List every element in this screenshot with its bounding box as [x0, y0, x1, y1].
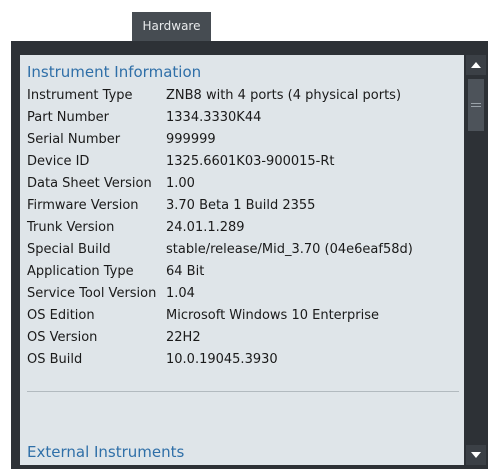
tab-hardware[interactable]: Hardware	[132, 12, 211, 41]
triangle-up-icon	[471, 62, 481, 68]
info-key: Instrument Type	[27, 88, 133, 103]
info-value: 24.01.1.289	[166, 220, 245, 235]
info-key: Trunk Version	[27, 220, 115, 235]
triangle-down-icon	[471, 452, 481, 458]
info-key: OS Version	[27, 330, 98, 345]
info-value: 1.04	[166, 286, 195, 301]
section-title-instrument-information: Instrument Information	[27, 63, 202, 81]
info-key: Device ID	[27, 154, 90, 169]
info-key: OS Edition	[27, 308, 95, 323]
section-title-external-instruments: External Instruments	[27, 443, 185, 461]
info-value: 999999	[166, 132, 216, 147]
info-key: Part Number	[27, 110, 110, 125]
info-value: Microsoft Windows 10 Enterprise	[166, 308, 380, 323]
info-panel: Instrument Information Instrument Type Z…	[20, 55, 464, 465]
info-value: 64 Bit	[166, 264, 205, 279]
info-key: Special Build	[27, 242, 111, 257]
info-key: Data Sheet Version	[27, 176, 152, 191]
info-value: 3.70 Beta 1 Build 2355	[166, 198, 316, 213]
info-key: Serial Number	[27, 132, 121, 147]
grip-lines-icon	[471, 103, 481, 104]
section-divider	[27, 391, 459, 392]
info-value: stable/release/Mid_3.70 (04e6eaf58d)	[166, 242, 413, 257]
info-value: 22H2	[166, 330, 201, 345]
info-value: 1334.3330K44	[166, 110, 262, 125]
scroll-thumb[interactable]	[468, 79, 484, 131]
info-value: ZNB8 with 4 ports (4 physical ports)	[166, 88, 402, 103]
grip-lines-icon	[471, 106, 481, 107]
info-key: Service Tool Version	[27, 286, 157, 301]
scroll-down-button[interactable]	[466, 445, 486, 465]
info-value: 1325.6601K03-900015-Rt	[166, 154, 335, 169]
info-key: Application Type	[27, 264, 134, 279]
info-value: 1.00	[166, 176, 195, 191]
info-key: OS Build	[27, 352, 83, 367]
scroll-up-button[interactable]	[466, 55, 486, 75]
info-key: Firmware Version	[27, 198, 139, 213]
vertical-scrollbar[interactable]	[466, 55, 486, 465]
info-value: 10.0.19045.3930	[166, 352, 278, 367]
